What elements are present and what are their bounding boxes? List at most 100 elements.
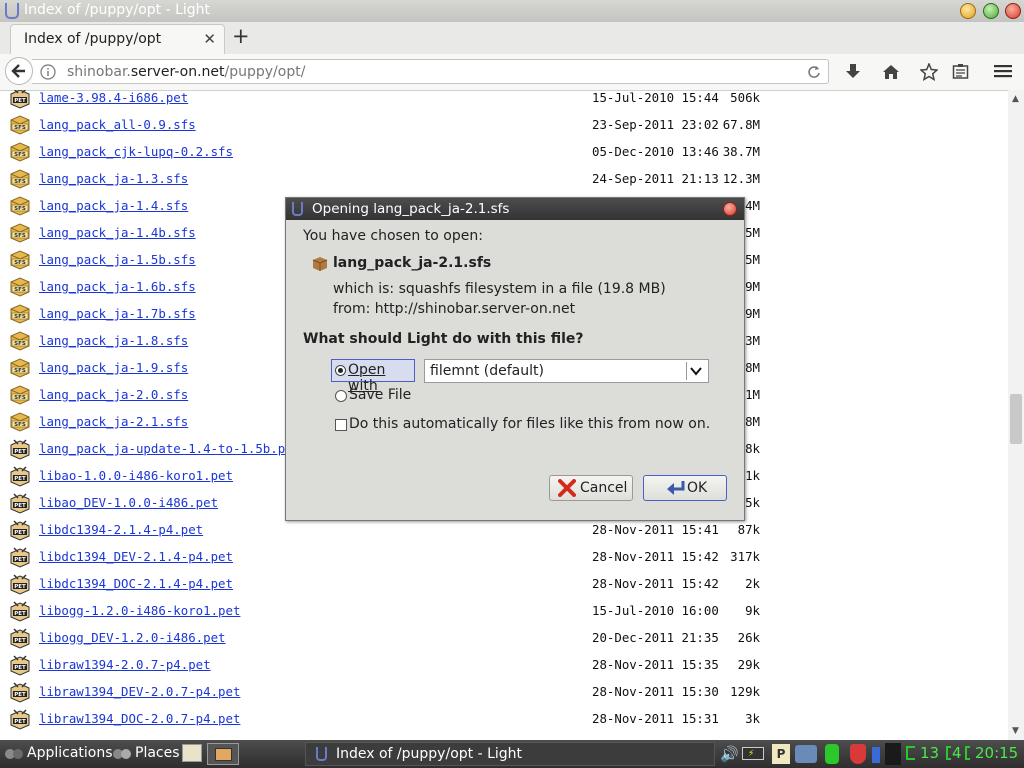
auto-checkbox-label[interactable]: Do this automatically for files like thi… bbox=[349, 416, 710, 432]
file-link[interactable]: lang_pack_cjk-lupq-0.2.sfs bbox=[39, 144, 233, 159]
svg-text:PET: PET bbox=[14, 638, 26, 644]
close-window-button[interactable] bbox=[1005, 3, 1021, 19]
file-row: PET libraw1394-2.0.7-p4.pet 28-Nov-2011 15… bbox=[0, 651, 1008, 678]
reload-icon[interactable] bbox=[807, 65, 821, 79]
network-icon[interactable] bbox=[795, 745, 817, 763]
auto-checkbox[interactable] bbox=[335, 419, 347, 431]
svg-text:PET: PET bbox=[14, 719, 26, 725]
file-link[interactable]: libraw1394-2.0.7-p4.pet bbox=[39, 657, 211, 672]
file-manager-launcher-icon[interactable] bbox=[182, 744, 202, 762]
applications-menu-icon[interactable] bbox=[4, 746, 24, 762]
bookmark-star-icon[interactable] bbox=[920, 63, 938, 81]
file-link[interactable]: lang_pack_ja-1.4b.sfs bbox=[39, 225, 196, 240]
workspace-switch-icon[interactable] bbox=[906, 746, 915, 760]
navigation-toolbar: shinobar.server-on.net/puppy/opt/ bbox=[0, 54, 1024, 91]
new-tab-button[interactable]: + bbox=[232, 24, 250, 48]
dialog-close-button[interactable] bbox=[723, 202, 737, 216]
file-link[interactable]: lang_pack_ja-2.0.sfs bbox=[39, 387, 188, 402]
file-date: 20-Dec-2011 21:35 bbox=[592, 630, 719, 645]
file-link[interactable]: lang_pack_ja-1.3.sfs bbox=[39, 171, 188, 186]
file-link[interactable]: libraw1394_DEV-2.0.7-p4.pet bbox=[39, 684, 240, 699]
svg-text:PET: PET bbox=[14, 530, 26, 536]
svg-text:PET: PET bbox=[14, 611, 26, 617]
file-row: SFS lang_pack_cjk-lupq-0.2.sfs 05-Dec-2010… bbox=[0, 138, 1008, 165]
info-icon[interactable] bbox=[40, 64, 56, 80]
workspace-b-icon bbox=[946, 746, 951, 760]
scroll-down-icon[interactable]: ▼ bbox=[1012, 726, 1019, 736]
file-link[interactable]: lang_pack_ja-1.9.sfs bbox=[39, 360, 188, 375]
file-link[interactable]: libdc1394_DEV-2.1.4-p4.pet bbox=[39, 549, 233, 564]
svg-text:SFS: SFS bbox=[14, 260, 26, 266]
minimize-button[interactable] bbox=[960, 3, 976, 19]
places-icon[interactable] bbox=[112, 747, 132, 761]
scrollbar-thumb[interactable] bbox=[1010, 394, 1022, 444]
url-text[interactable]: shinobar.server-on.net/puppy/opt/ bbox=[67, 64, 305, 80]
reading-list-icon[interactable] bbox=[952, 63, 969, 80]
file-date: 24-Sep-2011 21:13 bbox=[592, 171, 719, 186]
file-link[interactable]: lame-3.98.4-i686.pet bbox=[39, 90, 188, 105]
menu-hamburger-icon[interactable] bbox=[994, 63, 1012, 79]
open-with-app-select[interactable]: filemnt (default) bbox=[424, 359, 709, 383]
home-icon[interactable] bbox=[882, 63, 900, 81]
file-size: 29k bbox=[737, 657, 760, 672]
signal-icon[interactable] bbox=[872, 747, 880, 763]
pet-package-icon: PET bbox=[8, 436, 32, 460]
file-link[interactable]: libogg-1.2.0-i486-koro1.pet bbox=[39, 603, 240, 618]
file-link[interactable]: lang_pack_ja-1.6b.sfs bbox=[39, 279, 196, 294]
svg-text:PET: PET bbox=[14, 476, 26, 482]
file-link[interactable]: lang_pack_all-0.9.sfs bbox=[39, 117, 196, 132]
tab-active[interactable]: Index of /puppy/opt ✕ bbox=[10, 24, 225, 54]
file-link[interactable]: libogg_DEV-1.2.0-i486.pet bbox=[39, 630, 226, 645]
drive-mount-icon[interactable] bbox=[825, 744, 839, 764]
taskbar-window-label: Index of /puppy/opt - Light bbox=[336, 746, 523, 762]
back-button[interactable] bbox=[5, 57, 33, 85]
file-link[interactable]: libao-1.0.0-i486-koro1.pet bbox=[39, 468, 233, 483]
file-link[interactable]: lang_pack_ja-1.8.sfs bbox=[39, 333, 188, 348]
file-link[interactable]: libraw1394_DOC-2.0.7-p4.pet bbox=[39, 711, 240, 726]
file-size: 38.7M bbox=[722, 144, 760, 159]
file-link[interactable]: libdc1394_DOC-2.1.4-p4.pet bbox=[39, 576, 233, 591]
open-with-radio-row[interactable]: Open with bbox=[331, 359, 415, 394]
scroll-up-icon[interactable]: ▲ bbox=[1012, 94, 1019, 104]
file-link[interactable]: libdc1394-2.1.4-p4.pet bbox=[39, 522, 203, 537]
url-bar[interactable]: shinobar.server-on.net/puppy/opt/ bbox=[32, 59, 829, 84]
pet-package-icon: PET bbox=[8, 571, 32, 595]
file-date: 28-Nov-2011 15:35 bbox=[592, 657, 719, 672]
firewall-shield-icon[interactable] bbox=[850, 744, 866, 764]
volume-icon[interactable]: 🔊 bbox=[720, 745, 739, 763]
file-row: PET libdc1394_DOC-2.1.4-p4.pet 28-Nov-2011… bbox=[0, 570, 1008, 597]
sfs-package-icon: SFS bbox=[8, 409, 32, 433]
page-scrollbar[interactable]: ▲ ▼ bbox=[1008, 90, 1024, 740]
workspace-indicator-icon[interactable] bbox=[207, 743, 239, 765]
file-date: 05-Dec-2010 13:46 bbox=[592, 144, 719, 159]
close-tab-icon[interactable]: ✕ bbox=[203, 30, 216, 48]
save-file-label[interactable]: Save File bbox=[349, 387, 411, 403]
file-link[interactable]: lang_pack_ja-update-1.4-to-1.5b.pet bbox=[39, 441, 300, 456]
file-link[interactable]: lang_pack_ja-1.7b.sfs bbox=[39, 306, 196, 321]
pet-package-icon: PET bbox=[8, 517, 32, 541]
file-link[interactable]: lang_pack_ja-1.5b.sfs bbox=[39, 252, 196, 267]
file-link[interactable]: lang_pack_ja-1.4.sfs bbox=[39, 198, 188, 213]
open-with-radio[interactable] bbox=[335, 365, 346, 376]
file-size: 3k bbox=[745, 711, 760, 726]
puppy-package-icon[interactable]: P bbox=[772, 744, 790, 764]
open-with-app-value: filemnt (default) bbox=[430, 363, 544, 379]
battery-icon[interactable]: ⚡ bbox=[742, 747, 764, 760]
download-icon[interactable] bbox=[845, 63, 861, 81]
svg-text:SFS: SFS bbox=[14, 422, 26, 428]
places-menu[interactable]: Places bbox=[135, 745, 180, 761]
sfs-package-icon: SFS bbox=[8, 193, 32, 217]
taskbar-window-button[interactable]: Index of /puppy/opt - Light bbox=[305, 742, 715, 766]
applications-menu[interactable]: Applications bbox=[27, 745, 113, 761]
svg-text:SFS: SFS bbox=[14, 314, 26, 320]
save-file-radio[interactable] bbox=[335, 390, 347, 402]
sfs-package-icon: SFS bbox=[8, 328, 32, 352]
svg-text:SFS: SFS bbox=[14, 179, 26, 185]
ok-button[interactable]: OK bbox=[643, 475, 727, 501]
maximize-button[interactable] bbox=[983, 3, 999, 19]
pet-package-icon: PET bbox=[8, 90, 32, 109]
cancel-button[interactable]: Cancel bbox=[549, 475, 633, 501]
file-link[interactable]: libao_DEV-1.0.0-i486.pet bbox=[39, 495, 218, 510]
file-link[interactable]: lang_pack_ja-2.1.sfs bbox=[39, 414, 188, 429]
clock-time[interactable]: 20:15 bbox=[975, 744, 1018, 762]
